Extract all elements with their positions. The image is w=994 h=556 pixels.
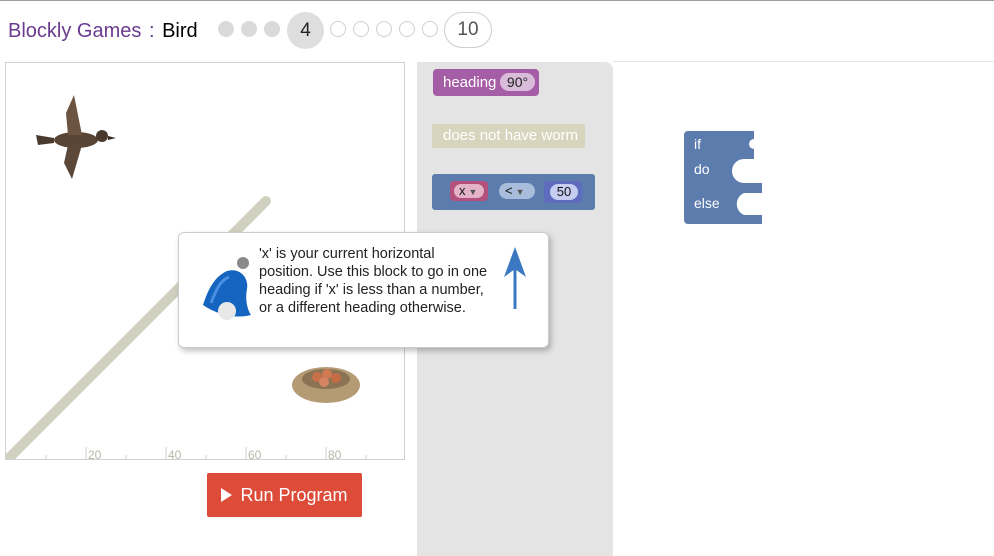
- top-border: [0, 0, 994, 1]
- operator-dropdown[interactable]: < ▼: [499, 183, 535, 199]
- x-variable-block[interactable]: x ▼: [450, 181, 488, 201]
- x-tick-label: 20: [88, 448, 102, 460]
- level-dot-7[interactable]: [376, 21, 392, 37]
- bird-icon: [36, 95, 116, 179]
- last-level-indicator[interactable]: 10: [444, 12, 492, 48]
- x-tick-label: 80: [328, 448, 342, 460]
- help-tooltip: 'x' is your current horizontal position.…: [178, 232, 549, 348]
- level-dot-1[interactable]: [218, 21, 234, 37]
- bell-icon: [203, 257, 251, 320]
- if-label: if: [694, 136, 701, 152]
- level-dot-6[interactable]: [353, 21, 369, 37]
- current-level-indicator[interactable]: 4: [287, 12, 324, 49]
- level-name: Bird: [162, 20, 198, 42]
- play-icon: [221, 488, 233, 502]
- if-else-block[interactable]: if do else: [684, 131, 762, 224]
- level-dot-8[interactable]: [399, 21, 415, 37]
- level-dot-2[interactable]: [241, 21, 257, 37]
- compare-block[interactable]: x ▼ < ▼ 50: [432, 174, 595, 210]
- workspace-top-border: [613, 61, 994, 62]
- x-variable-label: x: [459, 183, 466, 198]
- level-dot-5[interactable]: [330, 21, 346, 37]
- x-tick-label: 40: [168, 448, 182, 460]
- operator-label: <: [505, 183, 513, 198]
- run-program-button[interactable]: Run Program: [207, 473, 362, 517]
- level-dot-9[interactable]: [422, 21, 438, 37]
- title-separator: :: [148, 20, 155, 42]
- else-label: else: [694, 195, 720, 211]
- game-name-link[interactable]: Blockly Games: [8, 20, 141, 42]
- do-label: do: [694, 161, 710, 177]
- up-arrow-icon: [504, 247, 526, 309]
- heading-block[interactable]: heading 90°: [433, 69, 539, 96]
- no-worm-block[interactable]: does not have worm: [432, 124, 585, 148]
- number-block[interactable]: 50: [544, 181, 582, 203]
- page-title: Blockly Games : Bird: [8, 19, 198, 43]
- number-field[interactable]: 50: [550, 184, 578, 200]
- x-variable-dropdown[interactable]: x ▼: [454, 184, 484, 198]
- dropdown-caret-icon: ▼: [468, 186, 478, 197]
- run-program-label: Run Program: [240, 484, 348, 505]
- heading-angle-field[interactable]: 90°: [500, 73, 535, 91]
- x-axis-ticks: 20 40 60 80: [45, 447, 367, 460]
- dropdown-caret-icon: ▼: [515, 186, 525, 197]
- nest-icon: [292, 367, 360, 403]
- level-dot-3[interactable]: [264, 21, 280, 37]
- heading-block-label: heading: [443, 74, 497, 91]
- tooltip-text: 'x' is your current horizontal position.…: [259, 246, 488, 316]
- x-tick-label: 60: [248, 448, 262, 460]
